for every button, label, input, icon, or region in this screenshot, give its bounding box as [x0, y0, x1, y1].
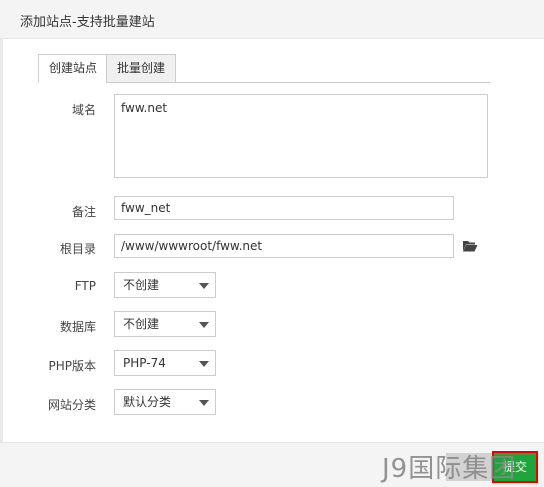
- dialog-title: 添加站点-支持批量建站: [20, 15, 155, 30]
- php-version-label: PHP版本: [48, 359, 97, 373]
- database-label: 数据库: [59, 320, 96, 334]
- domain-label: 域名: [71, 103, 96, 117]
- site-category-select-value: 默认分类: [123, 395, 172, 409]
- database-select-value: 不创建: [123, 317, 160, 331]
- note-label: 备注: [71, 205, 96, 219]
- chevron-down-icon: [199, 283, 209, 289]
- domain-textarea[interactable]: fww.net: [114, 94, 488, 178]
- site-category-label: 网站分类: [47, 398, 96, 412]
- root-label: 根目录: [59, 242, 96, 256]
- folder-open-icon[interactable]: [462, 239, 478, 253]
- dialog-header: 添加站点-支持批量建站: [0, 0, 544, 39]
- chevron-down-icon: [199, 322, 209, 328]
- tab-create-site[interactable]: 创建站点: [38, 54, 109, 83]
- ftp-select-value: 不创建: [123, 278, 160, 292]
- add-site-dialog: 添加站点-支持批量建站 创建站点 批量创建 域名 fww.net 备注 fww_…: [0, 0, 544, 487]
- chevron-down-icon: [199, 400, 209, 406]
- chevron-down-icon: [199, 361, 209, 367]
- ftp-select[interactable]: 不创建: [114, 272, 216, 298]
- ftp-label: FTP: [74, 279, 96, 293]
- note-input[interactable]: fww_net: [114, 196, 454, 220]
- php-version-select-value: PHP-74: [123, 356, 166, 370]
- tab-batch-create[interactable]: 批量创建: [106, 54, 177, 83]
- database-select[interactable]: 不创建: [114, 311, 216, 337]
- watermark: J9国际集团: [382, 454, 517, 484]
- dialog-left-edge: [0, 38, 3, 442]
- root-dir-input[interactable]: /www/wwwroot/fww.net: [114, 234, 454, 258]
- site-category-select[interactable]: 默认分类: [114, 389, 216, 415]
- php-version-select[interactable]: PHP-74: [114, 350, 216, 376]
- tab-bar: 创建站点 批量创建: [38, 54, 490, 83]
